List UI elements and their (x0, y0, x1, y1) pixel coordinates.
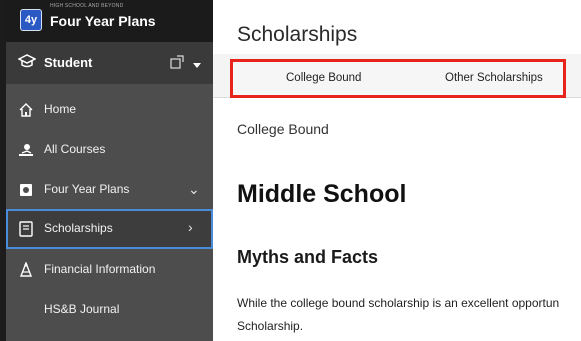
brand-small-text: HIGH SCHOOL AND BEYOND (50, 3, 124, 9)
role-label: Student (44, 55, 93, 70)
sidebar-item-hsb-journal[interactable]: HS&B Journal (6, 290, 213, 330)
page-title: Scholarships (237, 23, 358, 46)
financial-icon (18, 261, 34, 278)
home-icon (18, 102, 34, 118)
tab-other-scholarships[interactable]: Other Scholarships (445, 72, 543, 84)
chevron-down-icon: ⌄ (188, 181, 200, 197)
sidebar-item-scholarships[interactable]: Scholarships › (6, 209, 213, 249)
sidebar-item-label: Financial Information (44, 262, 156, 276)
sidebar-item-four-year-plans[interactable]: Four Year Plans ⌄ (6, 170, 213, 210)
sidebar-item-label: HS&B Journal (44, 302, 120, 316)
graduation-cap-icon (17, 54, 37, 75)
sidebar-item-label: Scholarships (44, 221, 113, 235)
brand-header[interactable]: 4y HIGH SCHOOL AND BEYOND Four Year Plan… (6, 0, 213, 42)
brand-title: Four Year Plans (50, 13, 156, 29)
courses-icon (18, 142, 34, 158)
tab-college-bound[interactable]: College Bound (286, 72, 361, 84)
heading-middle-school: Middle School (237, 180, 407, 208)
sidebar-item-home[interactable]: Home (6, 90, 213, 130)
sidebar-item-label: All Courses (44, 142, 106, 156)
sidebar-item-label: Four Year Plans (44, 182, 130, 196)
sidebar: 4y HIGH SCHOOL AND BEYOND Four Year Plan… (0, 0, 213, 341)
body-line-1: While the college bound scholarship is a… (237, 296, 560, 310)
role-selector[interactable]: Student (6, 42, 213, 84)
chevron-right-icon: › (188, 219, 193, 235)
body-line-2: Scholarship. (237, 319, 304, 333)
main-content: Scholarships College Bound Other Scholar… (213, 0, 581, 341)
chevron-down-icon[interactable] (193, 63, 201, 68)
sidebar-item-all-courses[interactable]: All Courses (6, 130, 213, 170)
switch-user-icon[interactable] (170, 55, 184, 74)
sidebar-item-financial-information[interactable]: Financial Information (6, 250, 213, 290)
body-text: While the college bound scholarship is a… (237, 292, 581, 338)
sidebar-item-label: Home (44, 102, 77, 116)
heading-myths-facts: Myths and Facts (237, 247, 379, 267)
app-logo: 4y (20, 9, 42, 31)
section-subtitle: College Bound (237, 121, 329, 137)
plans-icon (18, 182, 34, 198)
book-icon (18, 221, 34, 237)
